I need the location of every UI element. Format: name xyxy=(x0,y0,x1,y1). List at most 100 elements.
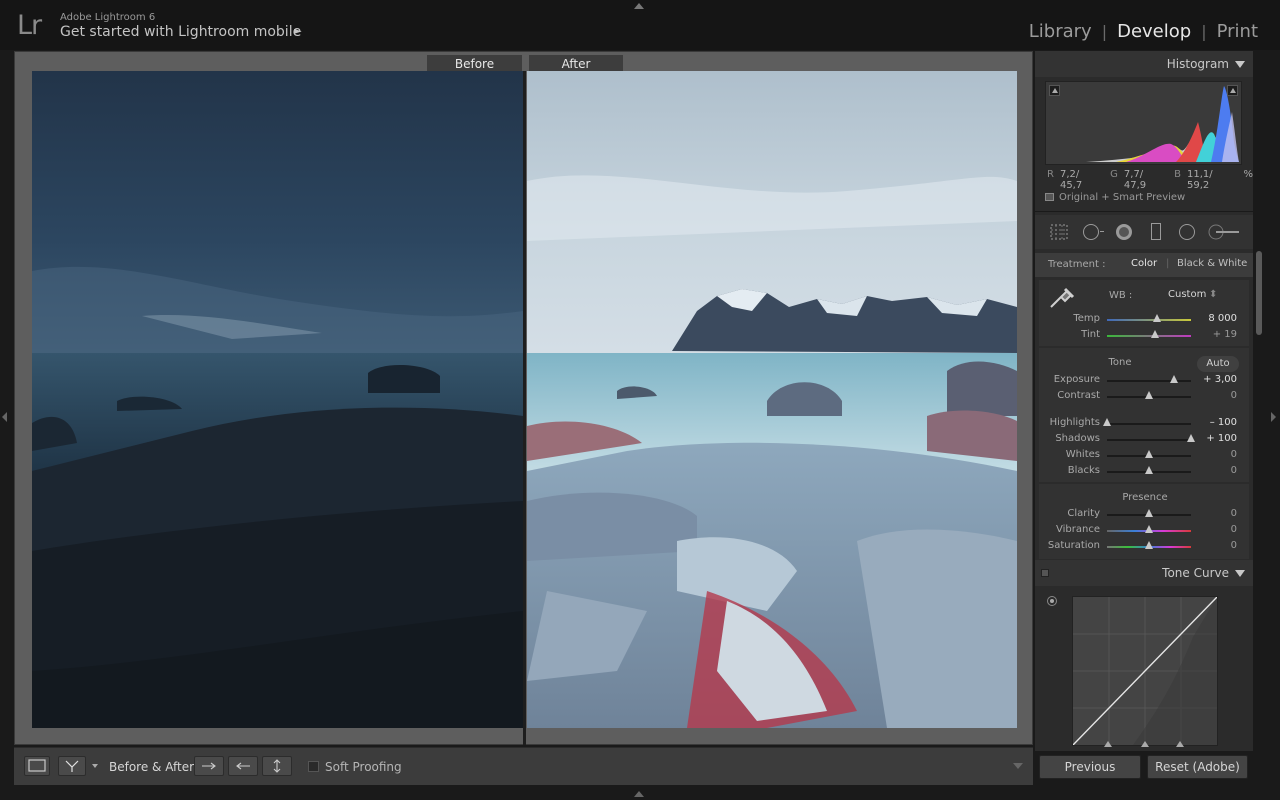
tone-curve-title: Tone Curve xyxy=(1162,566,1229,580)
curve-split-shadows-handle[interactable] xyxy=(1104,741,1112,747)
curve-split-midtones-handle[interactable] xyxy=(1141,741,1149,747)
highlights-slider[interactable] xyxy=(1107,423,1191,425)
collapse-top-panel-icon[interactable] xyxy=(634,3,644,9)
whites-label: Whites xyxy=(1065,449,1100,460)
highlight-clipping-toggle-icon[interactable] xyxy=(1227,85,1238,96)
before-after-mode-button[interactable] xyxy=(58,756,86,776)
auto-tone-button[interactable]: Auto xyxy=(1197,356,1239,372)
saturation-slider-thumb[interactable] xyxy=(1145,541,1153,549)
whites-value[interactable]: 0 xyxy=(1197,449,1237,460)
module-develop[interactable]: Develop xyxy=(1117,21,1191,42)
loupe-view-button[interactable] xyxy=(24,756,50,776)
saturation-value[interactable]: 0 xyxy=(1197,540,1237,551)
exposure-value[interactable]: + 3,00 xyxy=(1197,374,1237,385)
treatment-label: Treatment : xyxy=(1048,259,1106,270)
red-eye-correction-icon[interactable] xyxy=(1116,224,1132,240)
b-key: B xyxy=(1174,169,1181,180)
previous-button[interactable]: Previous xyxy=(1039,755,1141,779)
shadows-slider[interactable] xyxy=(1107,439,1191,441)
spot-removal-icon[interactable] xyxy=(1083,224,1099,240)
graduated-filter-icon[interactable] xyxy=(1151,223,1161,240)
highlights-slider-thumb[interactable] xyxy=(1103,418,1111,426)
temp-slider-thumb[interactable] xyxy=(1153,314,1162,322)
curve-split-highlights-handle[interactable] xyxy=(1176,741,1184,747)
shadows-value[interactable]: + 100 xyxy=(1197,433,1237,444)
targeted-adjustment-icon[interactable] xyxy=(1047,596,1057,606)
before-after-divider[interactable] xyxy=(523,71,526,745)
spot-removal-handle-icon xyxy=(1100,231,1104,232)
clarity-slider-thumb[interactable] xyxy=(1145,509,1153,517)
before-after-label: Before & After : xyxy=(109,760,202,774)
tint-label: Tint xyxy=(1081,329,1100,340)
app-name: Adobe Lightroom 6 xyxy=(60,12,156,23)
temp-slider[interactable] xyxy=(1107,319,1191,321)
blacks-value[interactable]: 0 xyxy=(1197,465,1237,476)
module-picker: Library | Develop | Print xyxy=(1029,21,1258,42)
vibrance-slider-thumb[interactable] xyxy=(1145,525,1153,533)
play-arrow-icon[interactable]: ► xyxy=(294,26,302,37)
lightroom-logo: Lr xyxy=(17,10,42,41)
tone-curve-graph[interactable] xyxy=(1072,596,1218,746)
swap-before-after-button[interactable] xyxy=(262,756,292,776)
collapse-triangle-icon[interactable] xyxy=(1235,570,1245,577)
shadows-label: Shadows xyxy=(1055,433,1100,444)
reset-button[interactable]: Reset (Adobe) xyxy=(1147,755,1248,779)
shadow-clipping-toggle-icon[interactable] xyxy=(1049,85,1060,96)
histogram-graph[interactable] xyxy=(1045,81,1242,165)
blacks-label: Blacks xyxy=(1067,465,1100,476)
contrast-slider-thumb[interactable] xyxy=(1145,391,1153,399)
copy-before-to-after-button[interactable] xyxy=(194,756,224,776)
crop-overlay-icon[interactable] xyxy=(1049,223,1069,241)
after-photo xyxy=(527,71,1017,728)
smart-preview-status[interactable]: Original + Smart Preview xyxy=(1059,192,1185,203)
expand-left-panel-icon[interactable] xyxy=(2,412,7,422)
eyedropper-icon[interactable] xyxy=(1047,283,1075,311)
radial-filter-icon[interactable] xyxy=(1179,224,1195,240)
bottom-toolbar: Before & After : Soft Proofing xyxy=(14,747,1033,785)
exposure-slider-thumb[interactable] xyxy=(1170,375,1179,383)
b-value: 11,1/ 59,2 xyxy=(1186,169,1213,191)
contrast-label: Contrast xyxy=(1057,390,1100,401)
copy-after-to-before-button[interactable] xyxy=(228,756,258,776)
wb-select-chevron-icon[interactable]: ⬍ xyxy=(1209,289,1217,300)
view-mode-dropdown-icon[interactable] xyxy=(92,764,98,768)
collapse-filmstrip-icon[interactable] xyxy=(634,791,644,797)
smart-preview-icon[interactable] xyxy=(1045,193,1054,201)
contrast-value[interactable]: 0 xyxy=(1197,390,1237,401)
treatment-row: Treatment : Color | Black & White xyxy=(1035,253,1253,277)
tone-curve-toggle[interactable] xyxy=(1041,569,1049,577)
toolbar-content-menu-icon[interactable] xyxy=(1013,763,1023,769)
tone-curve-header[interactable]: Tone Curve xyxy=(1035,560,1253,586)
tint-value[interactable]: + 19 xyxy=(1197,329,1237,340)
tool-strip xyxy=(1035,215,1253,249)
vibrance-value[interactable]: 0 xyxy=(1197,524,1237,535)
whites-slider-thumb[interactable] xyxy=(1145,450,1153,458)
g-key: G xyxy=(1110,169,1118,180)
collapse-triangle-icon[interactable] xyxy=(1235,61,1245,68)
soft-proofing-checkbox[interactable] xyxy=(308,761,319,772)
saturation-label: Saturation xyxy=(1047,540,1100,551)
tint-slider-thumb[interactable] xyxy=(1150,330,1159,338)
blacks-slider-thumb[interactable] xyxy=(1145,466,1153,474)
wb-preset-select[interactable]: Custom xyxy=(1168,289,1206,300)
temp-value[interactable]: 8 000 xyxy=(1197,313,1237,324)
shadows-slider-thumb[interactable] xyxy=(1187,434,1195,442)
highlights-value[interactable]: – 100 xyxy=(1197,417,1237,428)
adjustment-brush-icon[interactable] xyxy=(1207,223,1241,241)
module-print[interactable]: Print xyxy=(1217,21,1258,42)
clarity-value[interactable]: 0 xyxy=(1197,508,1237,519)
histogram-title: Histogram xyxy=(1166,57,1229,71)
r-value: 7,2/ 45,7 xyxy=(1059,169,1083,191)
treatment-bw-option[interactable]: Black & White xyxy=(1177,258,1247,269)
collapse-right-panel-icon[interactable] xyxy=(1271,412,1276,422)
mobile-prompt-link[interactable]: Get started with Lightroom mobile xyxy=(60,24,301,40)
histogram-header[interactable]: Histogram xyxy=(1035,51,1253,77)
wb-label: WB : xyxy=(1109,290,1133,301)
exposure-slider[interactable] xyxy=(1107,380,1191,382)
treatment-separator: | xyxy=(1166,258,1170,269)
soft-proofing-label[interactable]: Soft Proofing xyxy=(325,760,402,774)
module-library[interactable]: Library xyxy=(1029,21,1092,42)
right-panel-scrollbar[interactable] xyxy=(1256,251,1262,335)
treatment-color-option[interactable]: Color xyxy=(1131,258,1157,269)
tint-slider[interactable] xyxy=(1107,335,1191,337)
